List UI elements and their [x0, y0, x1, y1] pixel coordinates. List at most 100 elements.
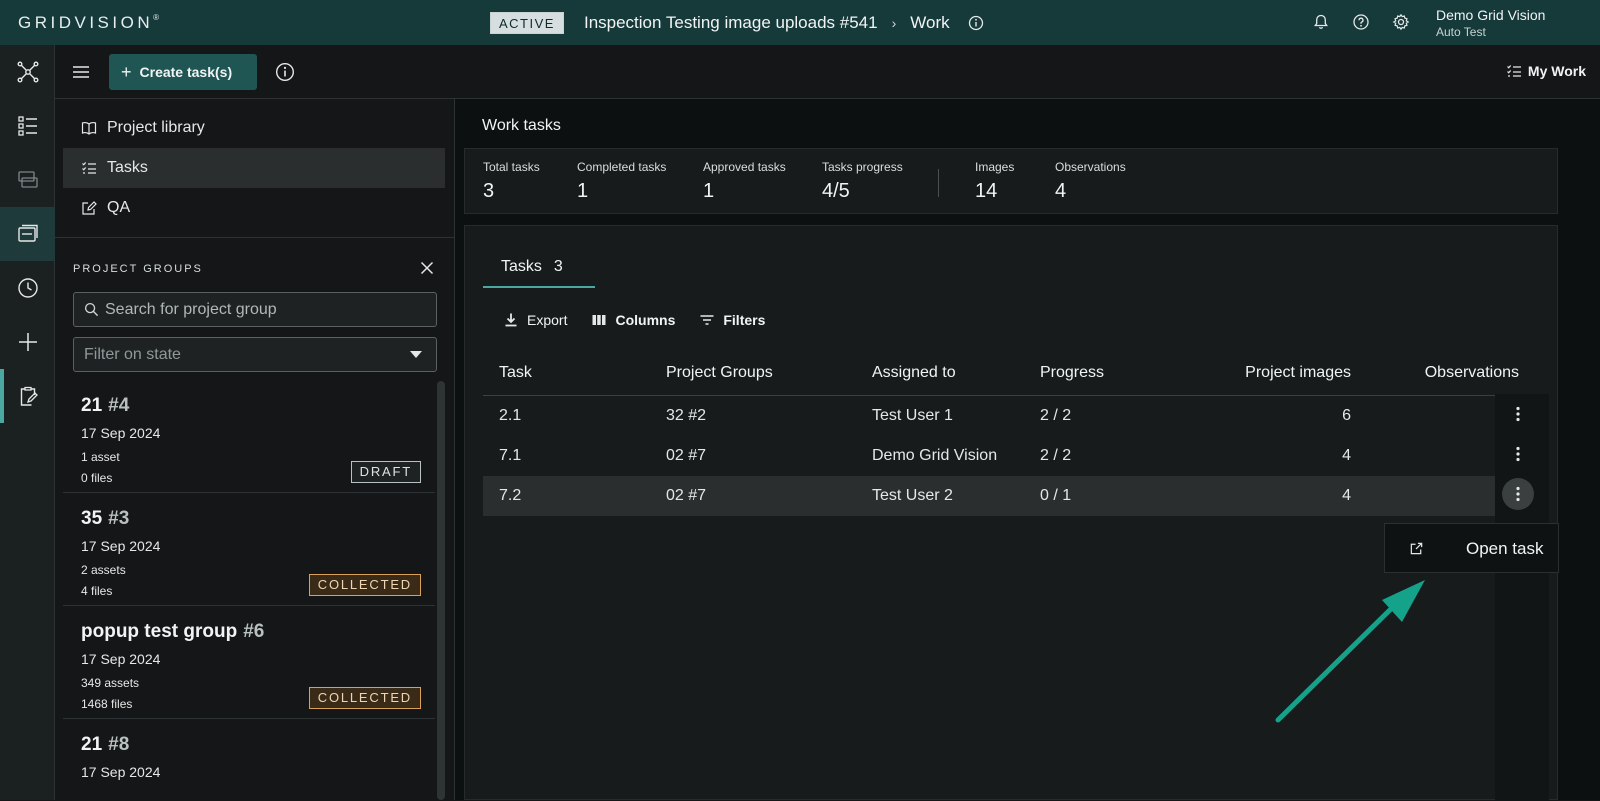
column-header-observations[interactable]: Observations — [1425, 364, 1519, 382]
group-name: 35 — [81, 508, 103, 529]
search-input[interactable] — [105, 300, 425, 319]
table-row[interactable]: 7.1 02 #7 Demo Grid Vision 2 / 2 4 — [483, 436, 1541, 476]
rail-layers[interactable] — [0, 153, 55, 207]
my-work-button[interactable]: My Work — [1506, 63, 1586, 79]
project-title[interactable]: Inspection Testing image uploads #541 — [584, 13, 878, 33]
state-filter-select[interactable]: Filter on state — [73, 337, 437, 372]
column-header-progress[interactable]: Progress — [1040, 364, 1104, 382]
menu-item-open-task[interactable]: Open task — [1385, 524, 1560, 574]
row-context-menu: Open task — [1384, 523, 1559, 573]
group-number: #4 — [108, 395, 130, 416]
project-groups-heading: PROJECT GROUPS — [73, 263, 203, 275]
bell-icon[interactable] — [1312, 13, 1330, 31]
project-group-card[interactable]: popup test group #6 17 Sep 2024 349 asset… — [63, 607, 435, 719]
breadcrumb-separator: › — [891, 15, 897, 31]
stats-bar: Total tasks 3 Completed tasks 1 Approved t… — [464, 148, 1558, 214]
tasks-table: Task Project Groups Assigned to Progress… — [483, 354, 1541, 516]
nav-label: Project library — [107, 119, 205, 136]
nav-project-library[interactable]: Project library — [63, 108, 445, 148]
group-name: 21 — [81, 734, 103, 755]
column-header-task[interactable]: Task — [499, 364, 532, 382]
close-icon[interactable] — [419, 260, 435, 276]
row-menu-button[interactable] — [1502, 398, 1534, 430]
group-number: #3 — [108, 508, 130, 529]
tab-label: Tasks — [501, 258, 542, 275]
table-row[interactable]: 2.1 32 #2 Test User 1 2 / 2 6 — [483, 396, 1541, 436]
columns-button[interactable]: Columns — [591, 312, 675, 328]
user-menu[interactable]: Demo Grid Vision Auto Test — [1436, 7, 1545, 39]
cell-project-group: 32 #2 — [666, 407, 707, 424]
hamburger-menu-icon[interactable] — [71, 62, 91, 82]
nav-qa[interactable]: QA — [63, 188, 445, 228]
user-org: Auto Test — [1436, 25, 1486, 39]
rail-tasks[interactable] — [0, 369, 55, 423]
row-menu-button[interactable] — [1502, 438, 1534, 470]
gear-icon[interactable] — [1392, 13, 1410, 31]
top-bar: GRIDVISION® ACTIVE Inspection Testing im… — [0, 0, 1600, 45]
download-icon — [505, 313, 517, 327]
cell-project-group: 02 #7 — [666, 487, 707, 504]
project-group-card[interactable]: 21 #8 17 Sep 2024 — [63, 720, 435, 800]
gallery-icon — [17, 224, 38, 242]
stat-tasks-progress: Tasks progress 4/5 — [822, 160, 903, 202]
cell-assigned-to: Test User 2 — [872, 487, 953, 504]
cell-progress: 0 / 1 — [1040, 487, 1072, 504]
plus-icon: + — [121, 61, 132, 82]
project-group-search — [73, 292, 437, 327]
tab-tasks[interactable]: Tasks 3 — [483, 258, 595, 288]
cell-project-images: 4 — [1342, 487, 1351, 504]
column-header-project-images[interactable]: Project images — [1245, 364, 1351, 382]
state-badge: COLLECTED — [308, 687, 421, 709]
work-tasks-title: Work tasks — [482, 117, 561, 134]
breadcrumb: ACTIVE Inspection Testing image uploads … — [490, 11, 984, 35]
group-assets: 2 assets — [81, 563, 126, 577]
group-date: 17 Sep 2024 — [81, 425, 161, 441]
rail-history[interactable] — [0, 261, 55, 315]
left-panel: Project library Tasks QA PROJECT GROUPS … — [55, 99, 455, 800]
group-date: 17 Sep 2024 — [81, 651, 161, 667]
info-icon[interactable] — [275, 62, 295, 82]
app-logo[interactable]: GRIDVISION® — [18, 13, 159, 33]
project-group-card[interactable]: 21 #4 17 Sep 2024 1 asset 0 files DRAFT — [63, 381, 435, 493]
cell-task: 7.1 — [499, 447, 522, 464]
annotation-arrow — [1275, 580, 1425, 723]
chevron-down-icon — [410, 351, 422, 358]
stat-approved-tasks: Approved tasks 1 — [703, 160, 786, 202]
tab-count: 3 — [553, 258, 563, 275]
column-header-assigned-to[interactable]: Assigned to — [872, 364, 956, 382]
plus-icon — [18, 333, 37, 351]
rail-list[interactable] — [0, 99, 55, 153]
rail-network[interactable] — [0, 45, 55, 99]
columns-label: Columns — [615, 312, 676, 328]
stat-observations: Observations 4 — [1055, 160, 1126, 202]
scrollbar[interactable] — [437, 381, 445, 800]
stat-images: Images 14 — [975, 160, 1015, 202]
column-header-project-groups[interactable]: Project Groups — [666, 364, 773, 382]
project-group-card[interactable]: 35 #3 17 Sep 2024 2 assets 4 files COLLEC… — [63, 494, 435, 606]
group-assets: 1 asset — [81, 450, 120, 464]
table-header: Task Project Groups Assigned to Progress… — [483, 354, 1541, 396]
group-files: 4 files — [81, 584, 113, 598]
state-filter-placeholder: Filter on state — [84, 345, 181, 363]
group-number: #6 — [243, 621, 265, 642]
table-row[interactable]: 7.2 02 #7 Test User 2 0 / 1 4 — [483, 476, 1541, 516]
toolbar: + Create task(s) My Work — [55, 45, 1600, 99]
group-name: popup test group — [81, 621, 238, 642]
help-icon[interactable] — [1352, 13, 1370, 31]
create-tasks-button[interactable]: + Create task(s) — [109, 54, 257, 90]
export-button[interactable]: Export — [503, 312, 567, 328]
nav-tasks[interactable]: Tasks — [63, 148, 445, 188]
stat-total-tasks: Total tasks 3 — [483, 160, 540, 202]
group-files: 0 files — [81, 471, 113, 485]
filters-button[interactable]: Filters — [699, 312, 765, 328]
info-icon[interactable] — [968, 15, 984, 31]
book-icon — [81, 121, 97, 135]
open-task-label: Open task — [1466, 539, 1544, 558]
filter-icon — [700, 315, 714, 325]
rail-add[interactable] — [0, 315, 55, 369]
cell-progress: 2 / 2 — [1040, 407, 1072, 424]
row-menu-button[interactable] — [1502, 478, 1534, 510]
divider — [55, 237, 455, 238]
cell-task: 7.2 — [499, 487, 522, 504]
rail-work[interactable] — [0, 207, 55, 261]
